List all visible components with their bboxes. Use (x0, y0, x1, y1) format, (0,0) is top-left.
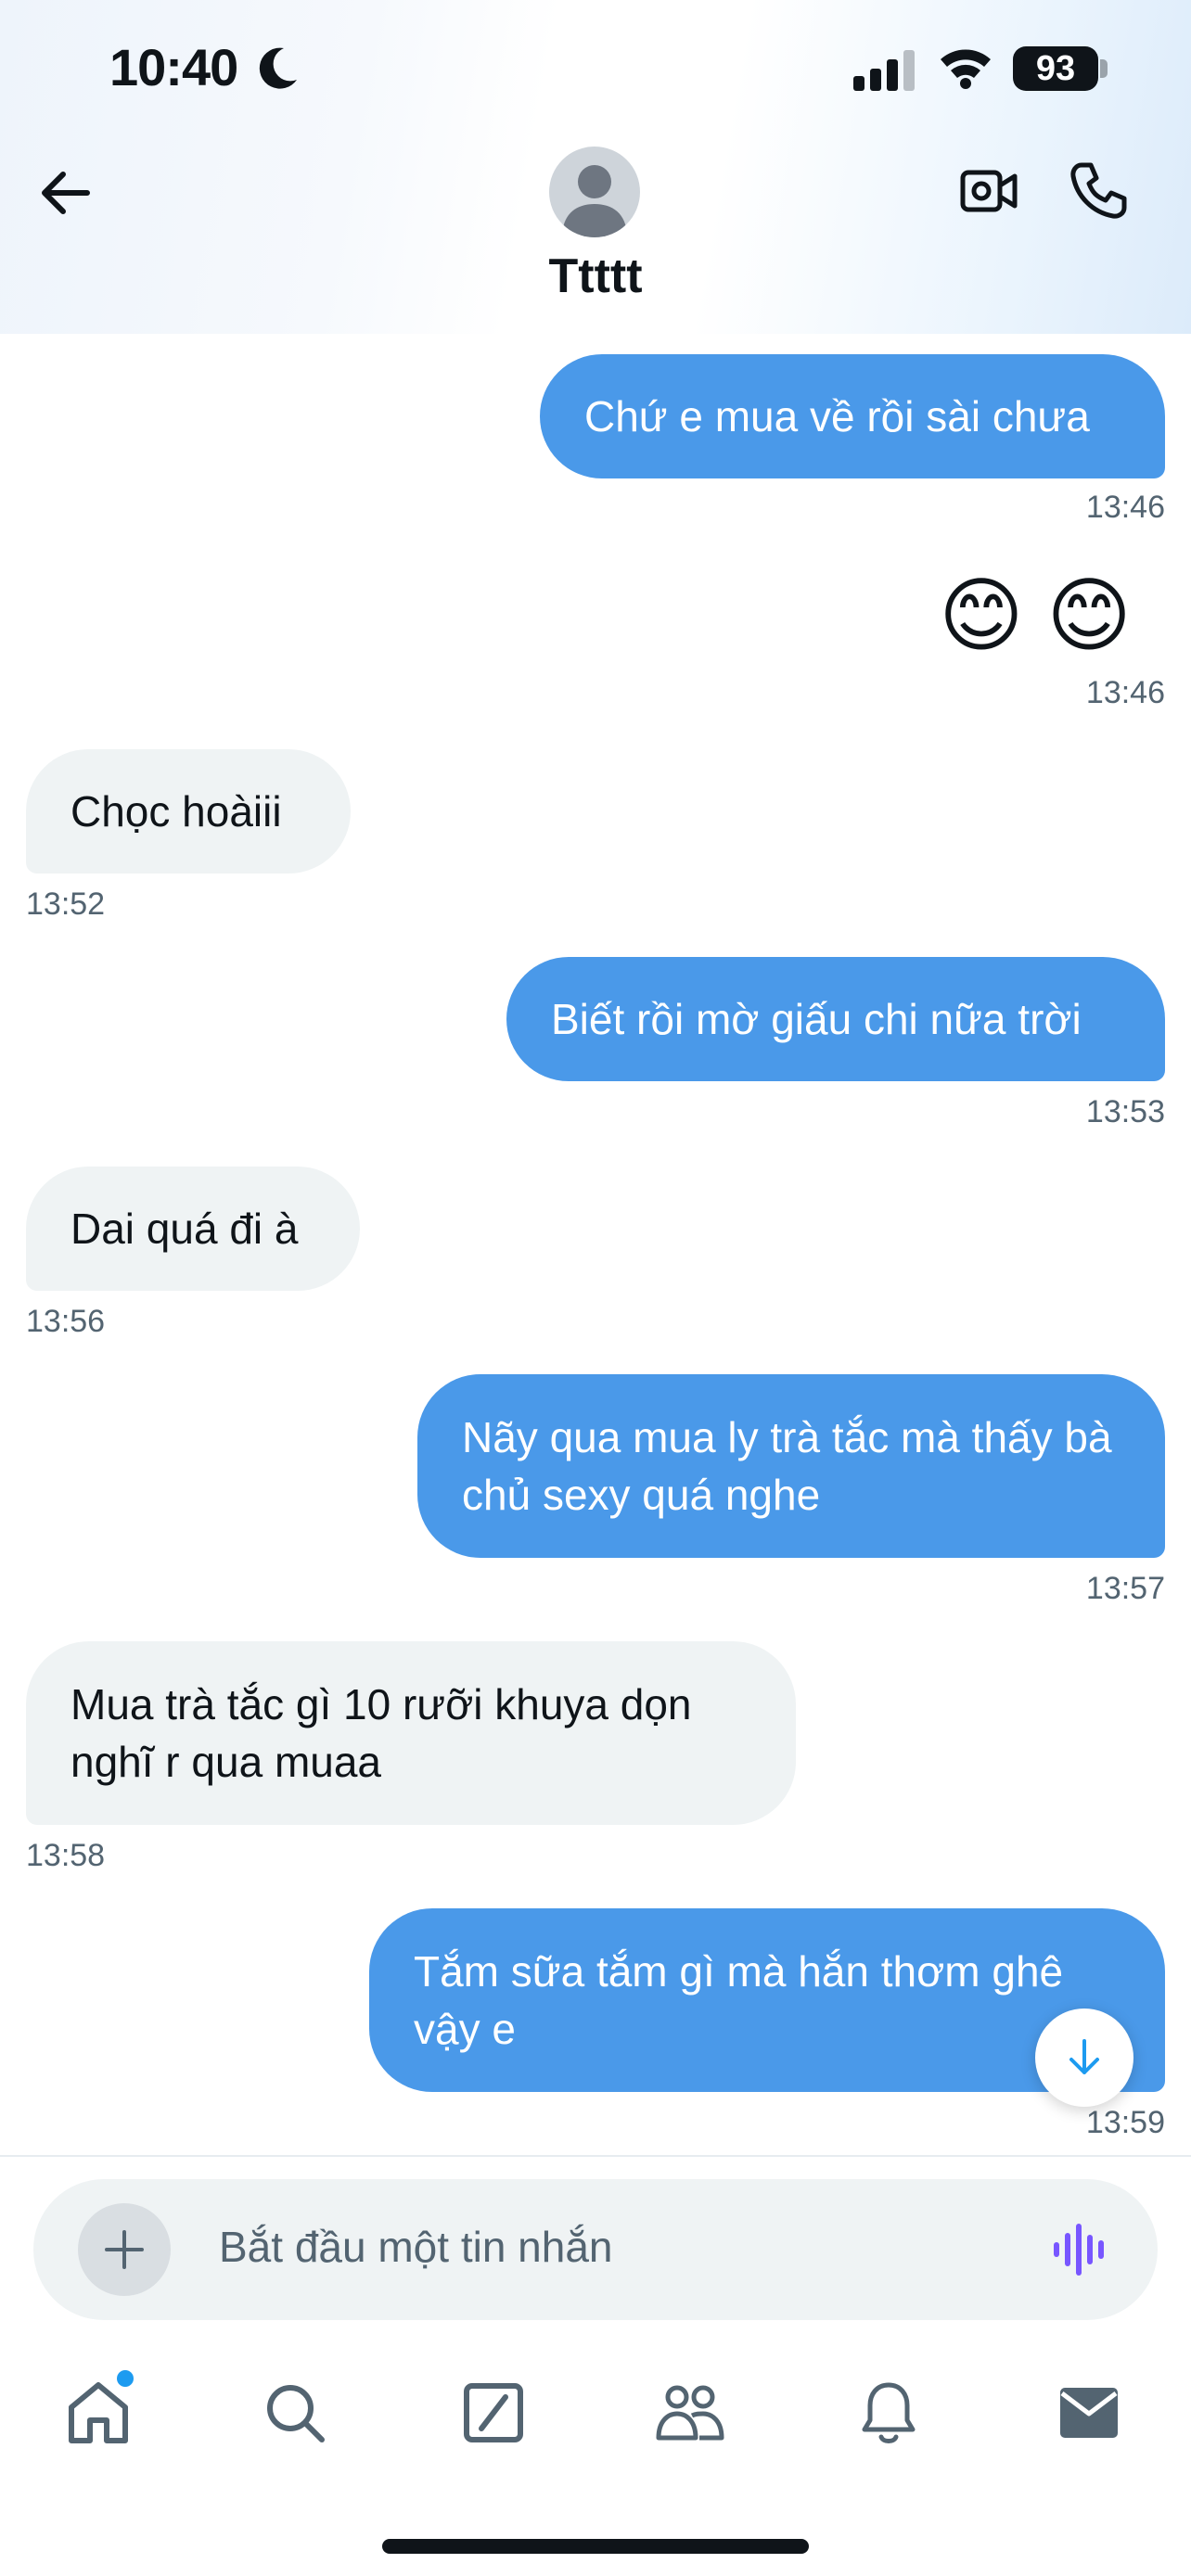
message-bubble-incoming[interactable]: Chọc hoàiii (26, 749, 351, 874)
add-attachment-button[interactable] (78, 2203, 171, 2296)
home-indicator (382, 2539, 809, 2554)
voice-message-icon[interactable] (1052, 2222, 1109, 2277)
cellular-signal-icon (853, 50, 915, 91)
message-timestamp: 13:57 (1085, 1571, 1165, 1606)
search-icon (267, 2385, 325, 2442)
contact-name[interactable]: Ttttt (0, 249, 1191, 304)
phone-call-icon[interactable] (1069, 159, 1130, 221)
bell-icon (862, 2382, 916, 2443)
arrow-down-icon (1069, 2039, 1099, 2074)
message-bubble-outgoing[interactable]: Biết rồi mờ giấu chi nữa trời (506, 957, 1165, 1081)
message-input-placeholder[interactable]: Bắt đầu một tin nhắn (219, 2222, 613, 2272)
message-emoji[interactable]: 😊 😊 (939, 569, 1132, 662)
contact-avatar[interactable] (549, 147, 640, 237)
message-composer[interactable]: Bắt đầu một tin nhắn (33, 2179, 1158, 2320)
message-text: Biết rồi mờ giấu chi nữa trời (551, 995, 1082, 1043)
message-text: Chứ e mua về rồi sài chưa (584, 392, 1090, 440)
scroll-to-bottom-button[interactable] (1035, 2009, 1133, 2107)
default-avatar-icon (562, 165, 627, 237)
tab-notifications[interactable] (850, 2374, 928, 2452)
message-text: Chọc hoàiii (70, 787, 282, 835)
message-text: Dai quá đi à (70, 1205, 299, 1253)
envelope-icon (1060, 2388, 1118, 2438)
message-timestamp: 13:46 (1085, 675, 1165, 710)
status-time: 10:40 (109, 38, 238, 96)
message-timestamp: 13:46 (1085, 490, 1165, 525)
plus-icon (105, 2230, 144, 2269)
communities-icon (656, 2385, 724, 2441)
tab-messages[interactable] (1050, 2374, 1128, 2452)
tab-communities[interactable] (651, 2374, 729, 2452)
grok-icon (464, 2383, 523, 2442)
video-call-icon[interactable] (959, 163, 1018, 219)
battery-indicator: 93 (1013, 46, 1098, 91)
message-bubble-outgoing[interactable]: Nãy qua mua ly trà tắc mà thấy bà chủ se… (417, 1374, 1165, 1558)
message-timestamp: 13:53 (1085, 1094, 1165, 1129)
status-bar: 10:40 93 (0, 0, 1191, 139)
home-icon (69, 2382, 128, 2443)
tab-search[interactable] (256, 2374, 334, 2452)
moon-icon (259, 47, 297, 89)
message-bubble-incoming[interactable]: Dai quá đi à (26, 1167, 360, 1291)
tab-grok[interactable] (455, 2374, 532, 2452)
message-text: Mua trà tắc gì 10 rưỡi khuya dọn nghĩ r … (70, 1680, 692, 1786)
message-bubble-outgoing[interactable]: Chứ e mua về rồi sài chưa (540, 354, 1165, 478)
home-notification-dot (117, 2370, 134, 2387)
battery-tip (1100, 59, 1108, 78)
message-timestamp: 13:59 (1085, 2105, 1165, 2140)
message-timestamp: 13:58 (26, 1838, 106, 1873)
back-arrow-icon[interactable] (37, 167, 96, 219)
message-bubble-incoming[interactable]: Mua trà tắc gì 10 rưỡi khuya dọn nghĩ r … (26, 1641, 796, 1825)
message-text: Nãy qua mua ly trà tắc mà thấy bà chủ se… (462, 1413, 1112, 1519)
message-timestamp: 13:52 (26, 886, 106, 922)
wifi-icon (941, 49, 991, 89)
message-text: Tắm sữa tắm gì mà hắn thơm ghê vậy e (414, 1947, 1064, 2053)
message-timestamp: 13:56 (26, 1304, 106, 1339)
composer-divider (0, 2155, 1191, 2157)
